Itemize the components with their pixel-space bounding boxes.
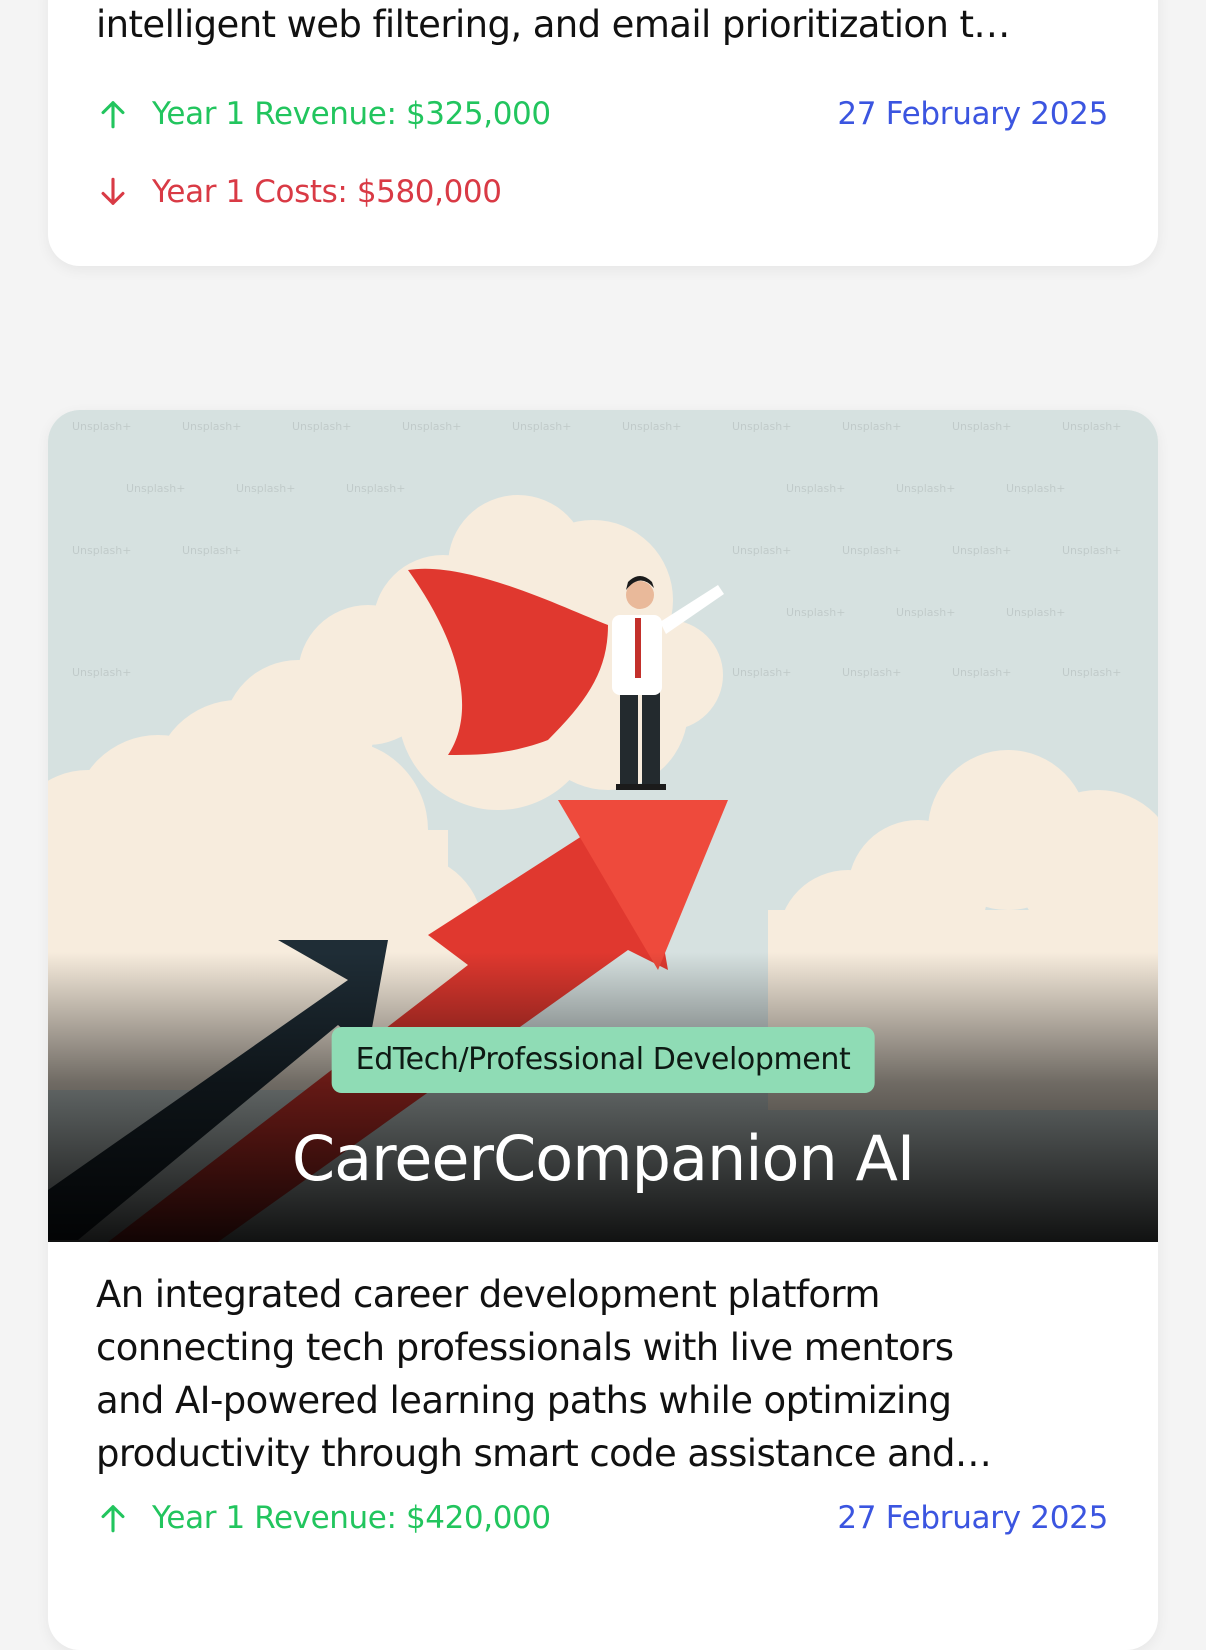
watermark: Unsplash+ [346, 482, 406, 495]
description-line: connecting tech professionals with live … [96, 1326, 954, 1369]
idea-card[interactable]: intelligent web filtering, and email pri… [48, 0, 1158, 266]
arrow-down-icon [101, 177, 125, 205]
revenue-text: Year 1 Revenue: $325,000 [152, 96, 551, 132]
watermark: Unsplash+ [732, 544, 792, 557]
watermark: Unsplash+ [732, 666, 792, 679]
watermark: Unsplash+ [952, 420, 1012, 433]
category-badge: EdTech/Professional Development [331, 1027, 875, 1093]
watermark: Unsplash+ [1062, 420, 1122, 433]
watermark: Unsplash+ [236, 482, 296, 495]
idea-title: CareerCompanion AI [291, 1122, 915, 1195]
watermark: Unsplash+ [952, 544, 1012, 557]
hero-image: Unsplash+ Unsplash+ Unsplash+ Unsplash+ … [48, 410, 1158, 1242]
watermark: Unsplash+ [896, 606, 956, 619]
watermark: Unsplash+ [786, 482, 846, 495]
arrow-up-icon [101, 1505, 125, 1533]
arrow-up-icon [101, 101, 125, 129]
watermark: Unsplash+ [72, 420, 132, 433]
watermark: Unsplash+ [402, 420, 462, 433]
description-line: and AI-powered learning paths while opti… [96, 1379, 952, 1422]
watermark: Unsplash+ [182, 544, 242, 557]
watermark: Unsplash+ [732, 420, 792, 433]
watermark: Unsplash+ [786, 606, 846, 619]
revenue-metric: Year 1 Revenue: $325,000 [96, 96, 551, 132]
description-line: productivity through smart code assistan… [96, 1432, 992, 1475]
watermark: Unsplash+ [72, 544, 132, 557]
watermark: Unsplash+ [182, 420, 242, 433]
description-line: An integrated career development platfor… [96, 1273, 880, 1316]
costs-metric: Year 1 Costs: $580,000 [96, 174, 502, 210]
idea-date: 27 February 2025 [837, 1500, 1108, 1536]
revenue-metric: Year 1 Revenue: $420,000 [96, 1500, 551, 1536]
watermark: Unsplash+ [842, 544, 902, 557]
hero-gradient [48, 952, 1158, 1242]
idea-date: 27 February 2025 [837, 96, 1108, 132]
watermark: Unsplash+ [1062, 666, 1122, 679]
watermark: Unsplash+ [512, 420, 572, 433]
watermark: Unsplash+ [292, 420, 352, 433]
watermark: Unsplash+ [72, 666, 132, 679]
watermark: Unsplash+ [842, 420, 902, 433]
watermark: Unsplash+ [1062, 544, 1122, 557]
idea-card[interactable]: Unsplash+ Unsplash+ Unsplash+ Unsplash+ … [48, 410, 1158, 1650]
watermark: Unsplash+ [1006, 606, 1066, 619]
costs-text: Year 1 Costs: $580,000 [152, 174, 502, 210]
watermark: Unsplash+ [842, 666, 902, 679]
watermark: Unsplash+ [1006, 482, 1066, 495]
description-line: intelligent web filtering, and email pri… [96, 3, 1010, 46]
idea-description: intelligent web filtering, and email pri… [96, 0, 1098, 51]
watermark: Unsplash+ [622, 420, 682, 433]
watermark: Unsplash+ [126, 482, 186, 495]
idea-description: An integrated career development platfor… [96, 1268, 1098, 1480]
watermark: Unsplash+ [952, 666, 1012, 679]
watermark: Unsplash+ [896, 482, 956, 495]
revenue-text: Year 1 Revenue: $420,000 [152, 1500, 551, 1536]
